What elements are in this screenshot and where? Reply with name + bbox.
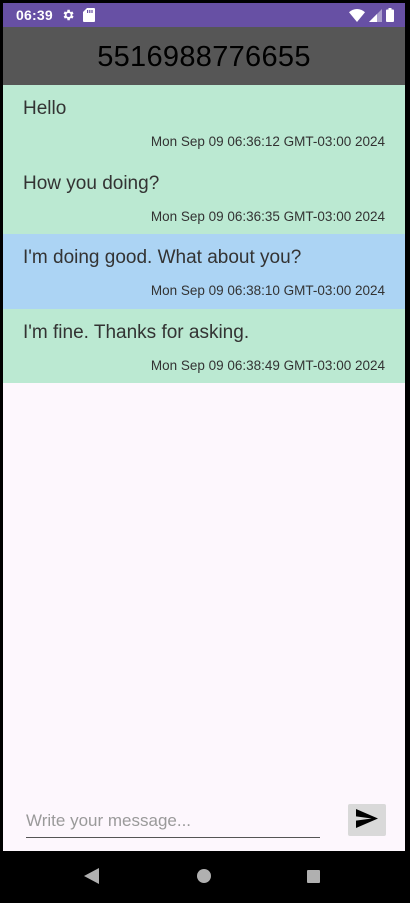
message-text: I'm fine. Thanks for asking. [23, 321, 250, 343]
back-icon[interactable] [84, 868, 99, 889]
message-text: Hello [23, 98, 67, 119]
wifi-icon [349, 8, 365, 27]
send-icon [356, 809, 378, 831]
message-timestamp: Mon Sep 09 06:36:12 GMT-03:00 2024 [150, 134, 385, 149]
home-icon[interactable] [197, 869, 211, 888]
message-text: I'm doing good. What about you? [23, 247, 302, 268]
status-right-icons [349, 8, 394, 27]
navigation-bar [3, 851, 405, 900]
battery-icon [386, 8, 394, 27]
gear-icon [61, 8, 75, 27]
signal-icon [369, 8, 382, 27]
message-timestamp: Mon Sep 09 06:36:35 GMT-03:00 2024 [150, 208, 385, 224]
message-list[interactable]: Hello Mon Sep 09 06:36:12 GMT-03:00 2024… [3, 85, 405, 383]
message-item[interactable]: How you doing? Mon Sep 09 06:36:35 GMT-0… [3, 159, 405, 234]
message-text: How you doing? [23, 172, 160, 194]
message-item[interactable]: I'm fine. Thanks for asking. Mon Sep 09 … [3, 308, 405, 383]
sd-card-icon [83, 8, 95, 27]
status-time: 06:39 [16, 7, 53, 23]
recents-icon[interactable] [307, 870, 320, 888]
message-timestamp: Mon Sep 09 06:38:10 GMT-03:00 2024 [150, 283, 385, 298]
app-bar: 5516988776655 [3, 27, 405, 85]
phone-screen: 06:39 5516988776655 Hello Mon Sep 09 06:… [3, 3, 405, 900]
contact-number-title: 5516988776655 [97, 40, 311, 73]
status-bar: 06:39 [3, 3, 405, 27]
send-button[interactable] [348, 804, 386, 836]
message-input[interactable] [26, 807, 320, 838]
message-timestamp: Mon Sep 09 06:38:49 GMT-03:00 2024 [150, 357, 385, 373]
message-item[interactable]: I'm doing good. What about you? Mon Sep … [3, 234, 405, 309]
message-composer [3, 793, 405, 851]
message-item[interactable]: Hello Mon Sep 09 06:36:12 GMT-03:00 2024 [3, 85, 405, 160]
status-left-icons [61, 8, 95, 27]
